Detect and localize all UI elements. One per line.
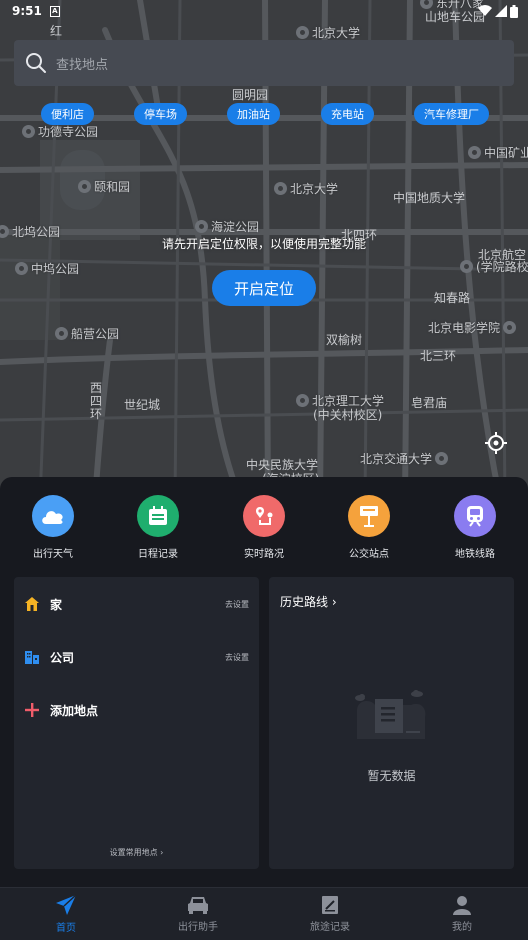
place-home[interactable]: 家 去设置 [24,592,249,616]
category-chip-gas-station[interactable]: 加油站 [227,103,280,125]
tab-profile[interactable]: 我的 [396,888,528,940]
add-place-button[interactable]: 添加地点 [24,698,249,722]
paper-plane-icon [56,894,77,915]
crosshair-icon [485,432,507,454]
subway-icon [454,495,496,537]
place-company[interactable]: 公司 去设置 [24,645,249,669]
quick-action-traffic[interactable]: 实时路况 [224,495,304,560]
map-label: 北三环 [420,349,457,363]
company-set-link[interactable]: 去设置 [225,652,249,663]
tab-travel-assistant[interactable]: 出行助手 [132,888,264,940]
user-icon [453,896,471,915]
map-label: 中国矿业 [468,144,528,161]
set-frequent-places-link[interactable]: 设置常用地点 › [14,847,259,858]
cloud-icon [32,495,74,537]
category-chip-auto-repair[interactable]: 汽车修理厂 [414,103,489,125]
map-label: 颐和园 [78,178,130,195]
category-chip-charging-station[interactable]: 充电站 [321,103,374,125]
quick-action-weather[interactable]: 出行天气 [13,495,93,560]
enable-location-button[interactable]: 开启定位 [212,270,316,306]
bus-stop-icon [348,495,390,537]
category-chip-convenience-store[interactable]: 便利店 [41,103,94,125]
map-label: 西四环 [90,381,103,421]
map-label: 北京电影学院 [428,319,517,336]
home-icon [24,596,40,612]
map-label: 功德寺公园 [22,123,98,140]
tab-trip-log[interactable]: 旅途记录 [264,888,396,940]
map-label: 海淀公园 [195,218,259,235]
search-placeholder: 查找地点 [56,57,109,73]
signal-icon [495,5,507,17]
location-permission-message: 请先开启定位权限，以便使用完整功能 [161,237,366,251]
map-label: 中国地质大学 [393,191,466,205]
map-label: 双榆树 [326,333,363,347]
my-location-button[interactable] [478,425,514,461]
bottom-panel: 出行天气 日程记录 实时路况 公交站点 地铁线路 家 去设置 公司 去设置 添加… [0,477,528,887]
map-label: 北京大学 [296,24,360,41]
map-label: (中关村校区) [313,408,383,422]
wifi-icon [478,5,492,16]
map-label: 北京大学 [274,180,338,197]
map-label: 船营公园 [55,325,119,342]
map-label: 红 [50,24,63,38]
plus-icon [24,702,40,718]
quick-action-bus-stop[interactable]: 公交站点 [329,495,409,560]
app-notification-icon: A [49,5,60,17]
quick-action-schedule[interactable]: 日程记录 [118,495,198,560]
battery-icon [510,4,518,18]
history-routes-card: 历史路线 › 暂无数据 [269,577,514,869]
home-set-link[interactable]: 去设置 [225,599,249,610]
map-label: 圆明园 [232,88,269,102]
tab-home[interactable]: 首页 [0,888,132,940]
category-chip-parking[interactable]: 停车场 [134,103,187,125]
quick-action-subway[interactable]: 地铁线路 [435,495,515,560]
bottom-navigation: 首页 出行助手 旅途记录 我的 [0,887,528,940]
map-label: 北京交通大学 [360,450,449,467]
search-icon [26,53,46,73]
map-label: 中坞公园 [15,260,79,277]
search-bar[interactable]: 查找地点 [14,40,514,86]
building-icon [24,649,40,665]
car-icon [188,897,208,914]
route-icon [243,495,285,537]
status-bar: 9:51 A [0,0,528,22]
status-time: 9:51 [12,4,42,18]
notebook-icon [322,896,338,914]
map-label: (学院路校 [460,258,528,275]
frequent-places-card: 家 去设置 公司 去设置 添加地点 设置常用地点 › [14,577,259,869]
history-routes-link[interactable]: 历史路线 › [280,593,337,610]
map-label: 世纪城 [124,398,161,412]
map-label: 皂君庙 [411,396,448,410]
map-label: 知春路 [434,291,471,305]
empty-document-icon [355,690,426,739]
empty-state-text: 暂无数据 [367,769,416,783]
calendar-icon [137,495,179,537]
